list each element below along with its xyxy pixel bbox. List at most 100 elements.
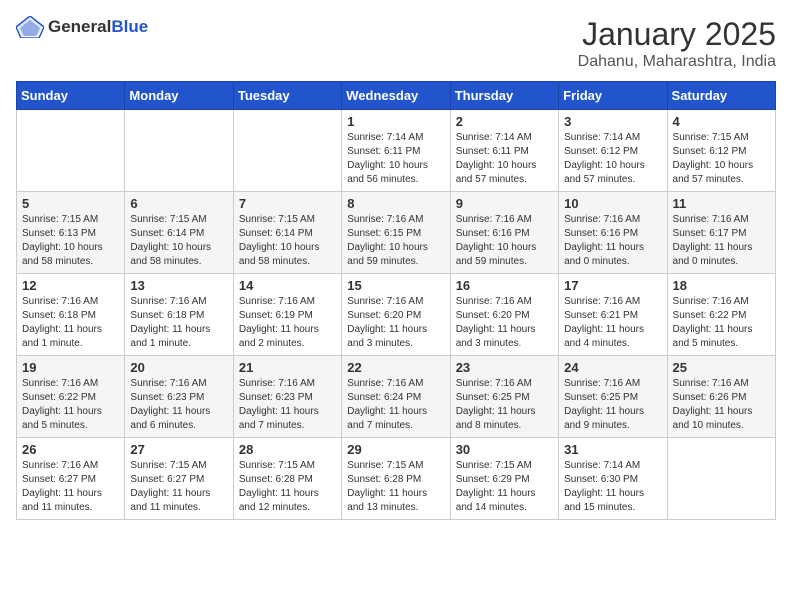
day-number: 16: [456, 278, 553, 293]
calendar-cell: 5Sunrise: 7:15 AM Sunset: 6:13 PM Daylig…: [17, 192, 125, 274]
day-number: 2: [456, 114, 553, 129]
day-info: Sunrise: 7:15 AM Sunset: 6:28 PM Dayligh…: [239, 459, 336, 515]
day-info: Sunrise: 7:16 AM Sunset: 6:20 PM Dayligh…: [456, 295, 553, 351]
calendar-cell: 30Sunrise: 7:15 AM Sunset: 6:29 PM Dayli…: [450, 438, 558, 520]
day-number: 14: [239, 278, 336, 293]
calendar-week-row: 26Sunrise: 7:16 AM Sunset: 6:27 PM Dayli…: [17, 438, 776, 520]
calendar-cell: 10 Sunrise: 7:16 AM Sunset: 6:16 PM Dayli…: [559, 192, 667, 274]
day-info: Sunrise: 7:16 AM Sunset: 6:22 PM Dayligh…: [22, 377, 119, 433]
weekday-header-tuesday: Tuesday: [233, 82, 341, 110]
logo-icon: [16, 16, 44, 38]
day-info: Sunrise: 7:14 AM Sunset: 6:30 PM Dayligh…: [564, 459, 661, 515]
calendar-cell: 9 Sunrise: 7:16 AM Sunset: 6:16 PM Daylig…: [450, 192, 558, 274]
day-info: Sunrise: 7:16 AM Sunset: 6:23 PM Dayligh…: [130, 377, 227, 433]
page-header: GeneralBlue January 2025 Dahanu, Maharas…: [16, 16, 776, 71]
day-info: Sunrise: 7:15 AM Sunset: 6:12 PM Dayligh…: [673, 131, 770, 187]
calendar-cell: 27 Sunrise: 7:15 AM Sunset: 6:27 PM Dayli…: [125, 438, 233, 520]
day-info: Sunrise: 7:15 AM Sunset: 6:14 PM Dayligh…: [239, 213, 336, 269]
day-number: 15: [347, 278, 444, 293]
calendar-cell: 31 Sunrise: 7:14 AM Sunset: 6:30 PM Dayli…: [559, 438, 667, 520]
day-number: 29: [347, 442, 444, 457]
calendar-cell: 25Sunrise: 7:16 AM Sunset: 6:26 PM Dayli…: [667, 356, 775, 438]
day-number: 26: [22, 442, 119, 457]
day-number: 22: [347, 360, 444, 375]
day-info: Sunrise: 7:16 AM Sunset: 6:21 PM Dayligh…: [564, 295, 661, 351]
calendar-cell: [233, 110, 341, 192]
calendar-cell: 3Sunrise: 7:14 AM Sunset: 6:12 PM Daylig…: [559, 110, 667, 192]
day-number: 17: [564, 278, 661, 293]
calendar-cell: 7 Sunrise: 7:15 AM Sunset: 6:14 PM Daylig…: [233, 192, 341, 274]
calendar-cell: 4 Sunrise: 7:15 AM Sunset: 6:12 PM Daylig…: [667, 110, 775, 192]
calendar-cell: 29 Sunrise: 7:15 AM Sunset: 6:28 PM Dayli…: [342, 438, 450, 520]
weekday-header-friday: Friday: [559, 82, 667, 110]
calendar-cell: 15 Sunrise: 7:16 AM Sunset: 6:20 PM Dayli…: [342, 274, 450, 356]
day-number: 9: [456, 196, 553, 211]
calendar-cell: 24 Sunrise: 7:16 AM Sunset: 6:25 PM Dayli…: [559, 356, 667, 438]
calendar-week-row: 5Sunrise: 7:15 AM Sunset: 6:13 PM Daylig…: [17, 192, 776, 274]
day-number: 12: [22, 278, 119, 293]
day-number: 19: [22, 360, 119, 375]
day-number: 23: [456, 360, 553, 375]
weekday-header-row: SundayMondayTuesdayWednesdayThursdayFrid…: [17, 82, 776, 110]
calendar-cell: 18 Sunrise: 7:16 AM Sunset: 6:22 PM Dayli…: [667, 274, 775, 356]
day-info: Sunrise: 7:16 AM Sunset: 6:18 PM Dayligh…: [130, 295, 227, 351]
calendar-cell: 11 Sunrise: 7:16 AM Sunset: 6:17 PM Dayli…: [667, 192, 775, 274]
day-info: Sunrise: 7:16 AM Sunset: 6:25 PM Dayligh…: [456, 377, 553, 433]
day-info: Sunrise: 7:16 AM Sunset: 6:20 PM Dayligh…: [347, 295, 444, 351]
calendar-cell: 21Sunrise: 7:16 AM Sunset: 6:23 PM Dayli…: [233, 356, 341, 438]
calendar-cell: 26Sunrise: 7:16 AM Sunset: 6:27 PM Dayli…: [17, 438, 125, 520]
day-info: Sunrise: 7:15 AM Sunset: 6:29 PM Dayligh…: [456, 459, 553, 515]
calendar-week-row: 12 Sunrise: 7:16 AM Sunset: 6:18 PM Dayli…: [17, 274, 776, 356]
day-number: 3: [564, 114, 661, 129]
day-number: 7: [239, 196, 336, 211]
day-number: 24: [564, 360, 661, 375]
weekday-header-thursday: Thursday: [450, 82, 558, 110]
weekday-header-monday: Monday: [125, 82, 233, 110]
day-number: 4: [673, 114, 770, 129]
day-info: Sunrise: 7:16 AM Sunset: 6:17 PM Dayligh…: [673, 213, 770, 269]
day-number: 8: [347, 196, 444, 211]
day-info: Sunrise: 7:16 AM Sunset: 6:23 PM Dayligh…: [239, 377, 336, 433]
calendar-cell: [17, 110, 125, 192]
calendar-table: SundayMondayTuesdayWednesdayThursdayFrid…: [16, 81, 776, 520]
weekday-header-wednesday: Wednesday: [342, 82, 450, 110]
weekday-header-sunday: Sunday: [17, 82, 125, 110]
day-number: 27: [130, 442, 227, 457]
day-number: 1: [347, 114, 444, 129]
day-info: Sunrise: 7:16 AM Sunset: 6:26 PM Dayligh…: [673, 377, 770, 433]
calendar-cell: 6 Sunrise: 7:15 AM Sunset: 6:14 PM Daylig…: [125, 192, 233, 274]
day-info: Sunrise: 7:16 AM Sunset: 6:18 PM Dayligh…: [22, 295, 119, 351]
calendar-cell: 13Sunrise: 7:16 AM Sunset: 6:18 PM Dayli…: [125, 274, 233, 356]
calendar-cell: 22 Sunrise: 7:16 AM Sunset: 6:24 PM Dayli…: [342, 356, 450, 438]
day-info: Sunrise: 7:14 AM Sunset: 6:11 PM Dayligh…: [456, 131, 553, 187]
day-info: Sunrise: 7:15 AM Sunset: 6:14 PM Dayligh…: [130, 213, 227, 269]
day-number: 28: [239, 442, 336, 457]
day-info: Sunrise: 7:16 AM Sunset: 6:25 PM Dayligh…: [564, 377, 661, 433]
day-number: 10: [564, 196, 661, 211]
day-info: Sunrise: 7:16 AM Sunset: 6:22 PM Dayligh…: [673, 295, 770, 351]
calendar-week-row: 1 Sunrise: 7:14 AM Sunset: 6:11 PM Daylig…: [17, 110, 776, 192]
day-info: Sunrise: 7:16 AM Sunset: 6:24 PM Dayligh…: [347, 377, 444, 433]
calendar-cell: 17 Sunrise: 7:16 AM Sunset: 6:21 PM Dayli…: [559, 274, 667, 356]
calendar-cell: 28 Sunrise: 7:15 AM Sunset: 6:28 PM Dayli…: [233, 438, 341, 520]
day-info: Sunrise: 7:16 AM Sunset: 6:16 PM Dayligh…: [456, 213, 553, 269]
calendar-cell: 1 Sunrise: 7:14 AM Sunset: 6:11 PM Daylig…: [342, 110, 450, 192]
day-info: Sunrise: 7:16 AM Sunset: 6:16 PM Dayligh…: [564, 213, 661, 269]
day-number: 20: [130, 360, 227, 375]
calendar-cell: 2 Sunrise: 7:14 AM Sunset: 6:11 PM Daylig…: [450, 110, 558, 192]
weekday-header-saturday: Saturday: [667, 82, 775, 110]
day-info: Sunrise: 7:15 AM Sunset: 6:28 PM Dayligh…: [347, 459, 444, 515]
day-info: Sunrise: 7:16 AM Sunset: 6:19 PM Dayligh…: [239, 295, 336, 351]
day-number: 31: [564, 442, 661, 457]
calendar-cell: 8Sunrise: 7:16 AM Sunset: 6:15 PM Daylig…: [342, 192, 450, 274]
day-number: 18: [673, 278, 770, 293]
day-info: Sunrise: 7:15 AM Sunset: 6:13 PM Dayligh…: [22, 213, 119, 269]
day-info: Sunrise: 7:15 AM Sunset: 6:27 PM Dayligh…: [130, 459, 227, 515]
title-block: January 2025 Dahanu, Maharashtra, India: [578, 16, 776, 71]
day-info: Sunrise: 7:14 AM Sunset: 6:11 PM Dayligh…: [347, 131, 444, 187]
day-number: 11: [673, 196, 770, 211]
calendar-cell: 19 Sunrise: 7:16 AM Sunset: 6:22 PM Dayli…: [17, 356, 125, 438]
month-title: January 2025: [578, 16, 776, 53]
calendar-cell: [125, 110, 233, 192]
day-number: 6: [130, 196, 227, 211]
